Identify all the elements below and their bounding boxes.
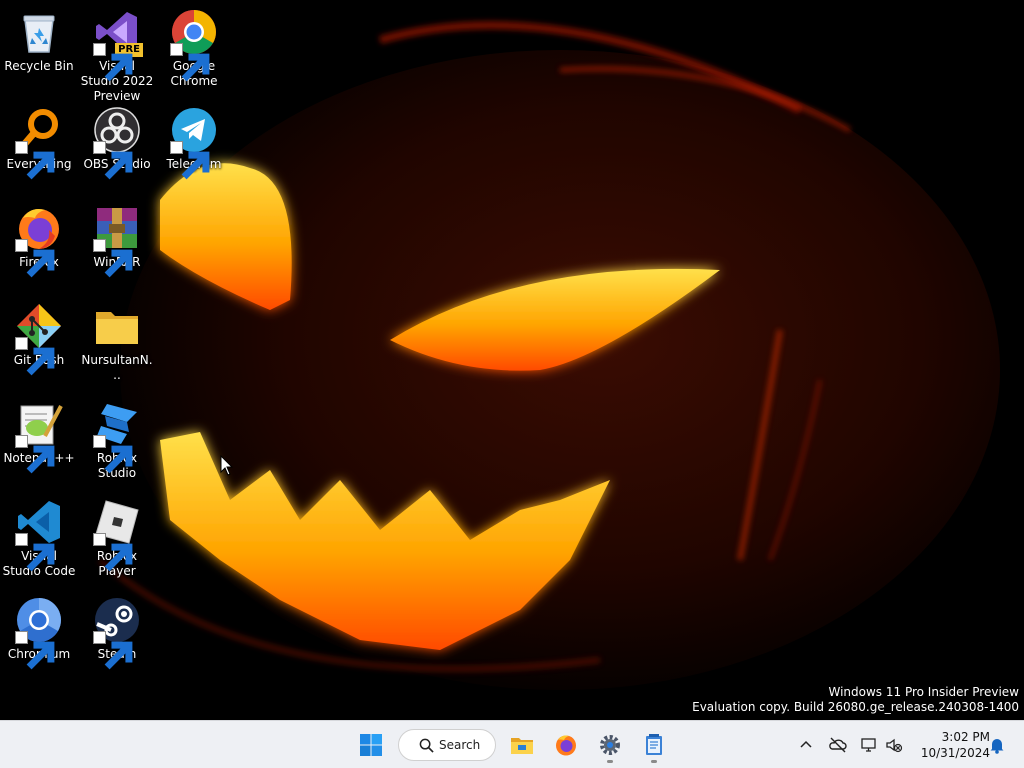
desktop-icon-roblox-player[interactable]: Roblox Player xyxy=(78,492,156,579)
shortcut-arrow-icon xyxy=(93,141,133,180)
firefox-icon xyxy=(556,735,576,756)
shortcut-arrow-icon xyxy=(15,337,55,376)
notifications-button[interactable] xyxy=(987,735,1007,755)
watermark-build: Evaluation copy. Build 26080.ge_release.… xyxy=(692,700,1019,714)
chevron-up-icon xyxy=(800,740,812,748)
desktop-icon-google-chrome[interactable]: Google Chrome xyxy=(155,2,233,89)
desktop-icon-recycle-bin[interactable]: Recycle Bin xyxy=(0,2,78,74)
desktop-icon-git-bash[interactable]: Git Bash xyxy=(0,296,78,376)
onedrive-tray-button[interactable] xyxy=(828,735,848,755)
taskbar-search-box[interactable]: Search xyxy=(398,729,496,761)
clock-date: 10/31/2024 xyxy=(920,746,990,760)
shortcut-arrow-icon xyxy=(93,533,133,572)
start-button[interactable] xyxy=(353,727,389,763)
desktop-icon-firefox[interactable]: Firefox xyxy=(0,198,78,278)
shortcut-arrow-icon xyxy=(170,43,210,82)
recycle-bin-icon xyxy=(23,15,55,53)
desktop-icon-notepad-plus-plus[interactable]: Notepad++ xyxy=(0,394,78,474)
taskbar-clock[interactable]: 3:02 PM 10/31/2024 xyxy=(912,729,990,761)
desktop-icon-nursultan-folder[interactable]: NursultanN... xyxy=(78,296,156,383)
shortcut-arrow-icon xyxy=(15,533,55,572)
desktop-icon-visual-studio-code[interactable]: Visual Studio Code xyxy=(0,492,78,579)
shortcut-arrow-icon xyxy=(93,435,133,474)
shortcut-arrow-icon xyxy=(170,141,210,180)
taskbar-notepad[interactable] xyxy=(636,727,672,763)
mouse-cursor-icon xyxy=(220,455,234,476)
taskbar-firefox[interactable] xyxy=(548,727,584,763)
desktop-icon-winrar[interactable]: WinRAR xyxy=(78,198,156,278)
network-disconnected-icon xyxy=(861,738,876,752)
shortcut-arrow-icon xyxy=(15,239,55,278)
running-indicator xyxy=(607,760,613,763)
taskbar-file-explorer[interactable] xyxy=(504,727,540,763)
watermark-edition: Windows 11 Pro Insider Preview xyxy=(828,685,1019,699)
volume-muted-icon xyxy=(886,738,903,753)
shortcut-arrow-icon xyxy=(93,43,133,82)
desktop-icon-everything[interactable]: Everything xyxy=(0,100,78,180)
start-icon xyxy=(360,734,382,756)
evaluation-watermark: Windows 11 Pro Insider Preview Evaluatio… xyxy=(692,685,1019,715)
desktop-icon-steam[interactable]: Steam xyxy=(78,590,156,670)
shortcut-arrow-icon xyxy=(15,435,55,474)
clock-time: 3:02 PM xyxy=(941,730,990,744)
desktop[interactable]: Recycle Bin PRE Visual Studio 2022 Previ… xyxy=(0,0,1024,720)
shortcut-arrow-icon xyxy=(15,631,55,670)
desktop-icon-label: NursultanN... xyxy=(81,353,153,382)
running-indicator xyxy=(651,760,657,763)
network-tray-button[interactable] xyxy=(860,735,880,755)
settings-icon xyxy=(600,735,620,755)
desktop-icon-telegram[interactable]: Telegram xyxy=(155,100,233,180)
file-explorer-icon xyxy=(511,738,533,754)
show-hidden-icons-button[interactable] xyxy=(796,735,816,755)
desktop-icon-chromium[interactable]: Chromium xyxy=(0,590,78,670)
shortcut-arrow-icon xyxy=(93,631,133,670)
desktop-icon-roblox-studio[interactable]: Roblox Studio xyxy=(78,394,156,481)
taskbar-settings[interactable] xyxy=(592,727,628,763)
folder-icon xyxy=(96,312,138,344)
bell-icon xyxy=(990,739,1004,754)
onedrive-offline-icon xyxy=(829,737,847,753)
desktop-icon-visual-studio-2022-preview[interactable]: PRE Visual Studio 2022 Preview xyxy=(78,2,156,104)
desktop-icon-obs-studio[interactable]: OBS Studio xyxy=(78,100,156,180)
desktop-icon-label: Recycle Bin xyxy=(4,59,74,73)
shortcut-arrow-icon xyxy=(93,239,133,278)
search-icon xyxy=(419,738,434,753)
shortcut-arrow-icon xyxy=(15,141,55,180)
search-label: Search xyxy=(439,738,481,752)
notepad-icon xyxy=(646,734,662,755)
taskbar: Search 3:02 PM 10/31/2024 xyxy=(0,720,1024,768)
volume-tray-button[interactable] xyxy=(884,735,904,755)
